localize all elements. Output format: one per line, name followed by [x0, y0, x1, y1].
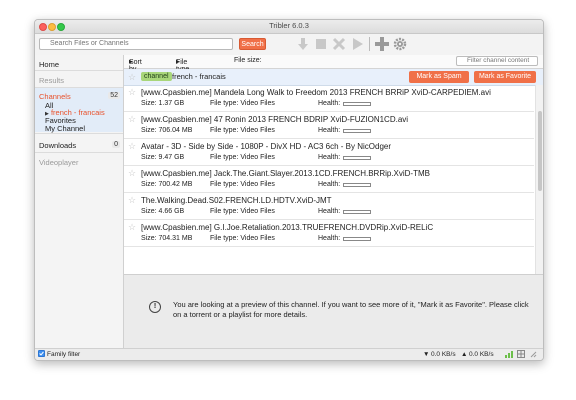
star-icon[interactable]: ☆: [128, 114, 136, 124]
sidebar-item-downloads[interactable]: Downloads: [39, 141, 76, 150]
download-arrow-icon: ▼: [423, 351, 430, 358]
sidebar-item-results[interactable]: Results: [39, 76, 64, 85]
sidebar-divider: [35, 152, 123, 153]
downloads-count-badge: 0: [112, 141, 120, 148]
title-bar: Tribler 6.0.3: [35, 20, 543, 34]
list-item[interactable]: ☆ [www.Cpasbien.me] Jack.The.Giant.Slaye…: [124, 166, 534, 193]
sidebar-item-my-channel[interactable]: My Channel: [45, 124, 85, 133]
star-icon[interactable]: ☆: [128, 195, 136, 205]
star-icon[interactable]: ☆: [128, 168, 136, 178]
torrent-health-label: Health:: [318, 181, 341, 188]
torrent-name: The.Walking.Dead.S02.FRENCH.LD.HDTV.XviD…: [141, 196, 332, 205]
channel-name: french - francais: [172, 72, 226, 81]
sidebar-item-videoplayer[interactable]: Videoplayer: [39, 158, 78, 167]
torrent-file-type: File type: Video Files: [210, 235, 275, 242]
torrent-name: [www.Cpasbien.me] G.I.Joe.Retaliation.20…: [141, 223, 434, 232]
torrent-name: Avatar - 3D - Side by Side - 1080P - Div…: [141, 142, 392, 151]
torrent-size: Size: 9.47 GB: [141, 154, 185, 161]
sidebar-item-home[interactable]: Home: [39, 60, 59, 69]
star-icon[interactable]: ☆: [128, 72, 136, 82]
firewall-status-icon: [517, 350, 525, 360]
health-bar: [343, 129, 371, 133]
torrent-health-label: Health:: [318, 100, 341, 107]
torrent-health-label: Health:: [318, 127, 341, 134]
torrent-list: ☆ [www.Cpasbien.me] Mandela Long Walk to…: [124, 85, 534, 274]
family-filter-label[interactable]: Family filter: [47, 351, 80, 358]
health-bar: [343, 156, 371, 160]
download-icon[interactable]: [295, 36, 311, 52]
toolbar: Search: [35, 34, 543, 56]
connection-status-icon: [505, 350, 514, 360]
settings-icon[interactable]: [392, 36, 408, 52]
window-title: Tribler 6.0.3: [269, 21, 309, 30]
torrent-size: Size: 1.37 GB: [141, 100, 185, 107]
list-item[interactable]: ☆ The.Walking.Dead.S02.FRENCH.LD.HDTV.Xv…: [124, 193, 534, 220]
preview-message: You are looking at a preview of this cha…: [173, 300, 529, 319]
delete-icon[interactable]: [331, 36, 347, 52]
upload-rate: 0.0 KB/s: [469, 351, 494, 358]
main-panel: ▶Sort by ▶File type File size: ☆ channel…: [124, 55, 543, 349]
list-item[interactable]: ☆ [www.Cpasbien.me] G.I.Joe.Retaliation.…: [124, 220, 534, 247]
health-bar: [343, 183, 371, 187]
sidebar-divider: [35, 133, 123, 134]
sort-bar: ▶Sort by ▶File type File size:: [124, 55, 543, 73]
preview-panel: ! You are looking at a preview of this c…: [124, 274, 543, 349]
sidebar: Home Results Channels 52 All ▶ french - …: [35, 55, 124, 348]
filter-channel-input[interactable]: [456, 56, 538, 66]
torrent-health-label: Health:: [318, 154, 341, 161]
list-item[interactable]: ☆ [www.Cpasbien.me] Mandela Long Walk to…: [124, 85, 534, 112]
info-icon: !: [149, 301, 161, 313]
mark-as-favorite-button[interactable]: Mark as Favorite: [474, 71, 536, 83]
mark-as-spam-button[interactable]: Mark as Spam: [409, 71, 469, 83]
stop-icon[interactable]: [313, 36, 329, 52]
add-icon[interactable]: [374, 36, 390, 52]
search-button[interactable]: Search: [239, 38, 266, 50]
torrent-name: [www.Cpasbien.me] Jack.The.Giant.Slayer.…: [141, 169, 430, 178]
search-input[interactable]: [39, 38, 233, 50]
download-rate: 0.0 KB/s: [431, 351, 456, 358]
status-bar: Family filter ▼ 0.0 KB/s ▲ 0.0 KB/s: [35, 348, 543, 360]
family-filter-checkbox[interactable]: [38, 350, 45, 359]
torrent-size: Size: 4.66 GB: [141, 208, 185, 215]
health-bar: [343, 102, 371, 106]
list-scrollbar[interactable]: [535, 85, 543, 274]
torrent-health-label: Health:: [318, 235, 341, 242]
list-item[interactable]: ☆ [www.Cpasbien.me] 47 Ronin 2013 FRENCH…: [124, 112, 534, 139]
channels-count-badge: 52: [108, 92, 120, 99]
torrent-health-label: Health:: [318, 208, 341, 215]
sidebar-divider: [35, 70, 123, 71]
torrent-file-type: File type: Video Files: [210, 208, 275, 215]
torrent-size: Size: 704.31 MB: [141, 235, 193, 242]
scrollbar-thumb[interactable]: [538, 111, 542, 191]
list-item[interactable]: ☆ Avatar - 3D - Side by Side - 1080P - D…: [124, 139, 534, 166]
sidebar-item-channels[interactable]: Channels: [39, 92, 71, 101]
torrent-size: Size: 700.42 MB: [141, 181, 193, 188]
torrent-name: [www.Cpasbien.me] 47 Ronin 2013 FRENCH B…: [141, 115, 409, 124]
star-icon[interactable]: ☆: [128, 222, 136, 232]
play-icon[interactable]: [349, 36, 365, 52]
upload-arrow-icon: ▲: [461, 351, 468, 358]
torrent-file-type: File type: Video Files: [210, 154, 275, 161]
torrent-name: [www.Cpasbien.me] Mandela Long Walk to F…: [141, 88, 491, 97]
health-bar: [343, 210, 371, 214]
health-bar: [343, 237, 371, 241]
channel-header: ☆ channel french - francais Mark as Spam…: [124, 69, 543, 86]
torrent-file-type: File type: Video Files: [210, 100, 275, 107]
channel-tag: channel: [141, 72, 172, 81]
tribler-window: Tribler 6.0.3 Search Files or Channels S…: [34, 19, 544, 361]
torrent-size: Size: 706.04 MB: [141, 127, 193, 134]
star-icon[interactable]: ☆: [128, 87, 136, 97]
resize-grip-icon[interactable]: [529, 350, 537, 360]
star-icon[interactable]: ☆: [128, 141, 136, 151]
torrent-file-type: File type: Video Files: [210, 127, 275, 134]
torrent-file-type: File type: Video Files: [210, 181, 275, 188]
file-size-label[interactable]: File size:: [234, 57, 262, 64]
toolbar-separator: [369, 37, 370, 51]
